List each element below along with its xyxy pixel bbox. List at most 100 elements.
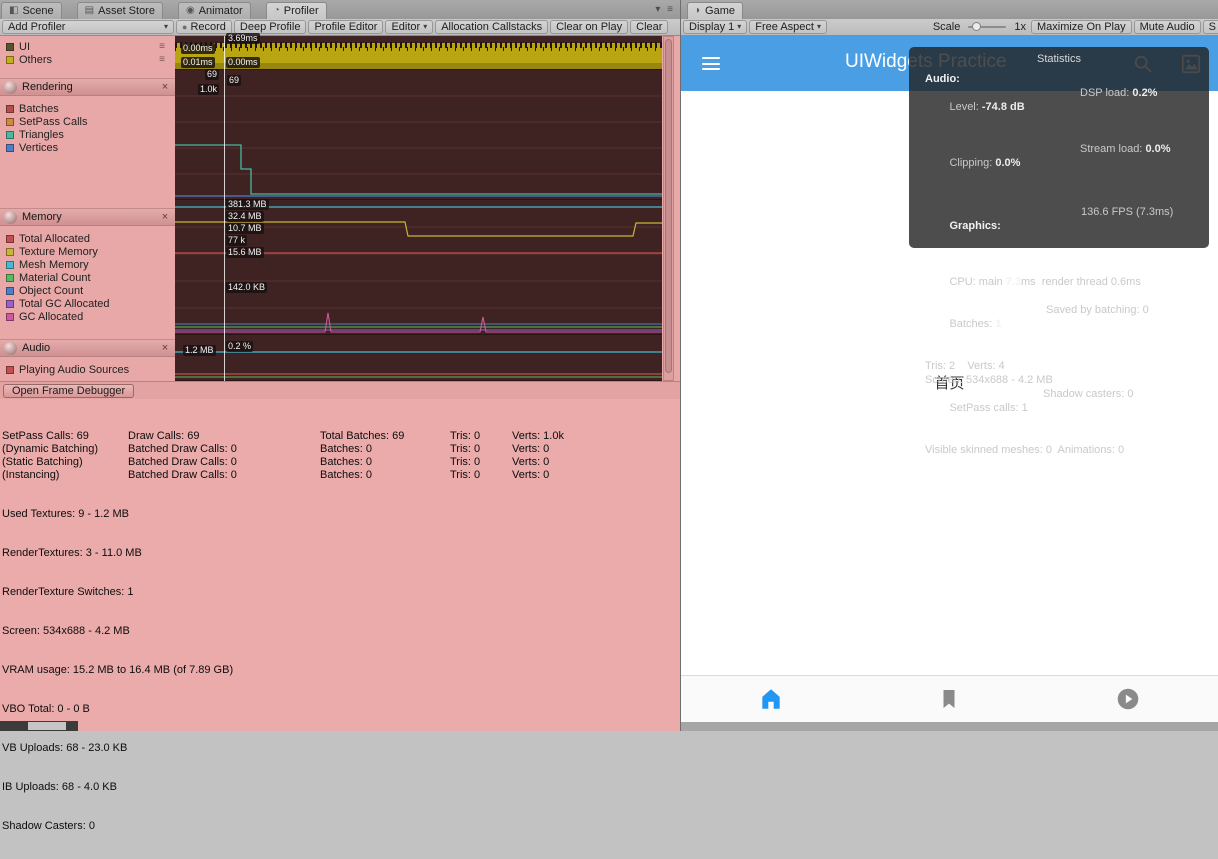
mute-audio-button[interactable]: Mute Audio	[1133, 20, 1201, 34]
tab-game-label: Game	[705, 5, 736, 17]
close-icon[interactable]: ×	[159, 211, 171, 223]
legend-ui[interactable]: UI ≡	[0, 40, 175, 53]
game-tab-icon: ◗	[695, 5, 702, 16]
tab-game[interactable]: ◗ Game	[687, 2, 744, 19]
chart-value-chip: 32.4 MB	[226, 211, 264, 222]
memory-module-header[interactable]: Memory ×	[0, 208, 175, 226]
stat-cell: (Dynamic Batching)	[2, 443, 98, 455]
chart-value-chip: 0.2 %	[226, 341, 254, 352]
chart-value-chip: 381.3 MB	[226, 199, 269, 210]
scale-slider-knob[interactable]	[972, 22, 982, 31]
statistics-cpu-row: CPU: main 7.3ms render thread 0.6ms	[949, 276, 1141, 288]
scrollbar-thumb[interactable]	[665, 39, 672, 373]
legend-triangles[interactable]: Triangles	[0, 128, 175, 141]
profiler-scrollbar[interactable]	[663, 36, 674, 381]
profiler-toolbar: Add Profiler ▾ ● Record Deep Profile Pro…	[0, 19, 680, 36]
display-dropdown[interactable]: Display 1 ▾	[683, 20, 748, 34]
record-button[interactable]: ● Record	[176, 20, 232, 34]
menu-icon[interactable]	[702, 57, 720, 70]
statistics-clipping-row: Clipping: 0.0% Stream load: 0.0%	[949, 143, 1171, 169]
selected-frame-line[interactable]	[224, 36, 225, 381]
legend-mesh-memory[interactable]: Mesh Memory	[0, 258, 175, 271]
rendering-stats-table: SetPass Calls: 69 Draw Calls: 69 Total Bat…	[2, 430, 564, 481]
bottom-navigation	[681, 676, 1218, 722]
rendering-chart[interactable]	[175, 70, 662, 200]
stat-line: Used Textures: 9 - 1.2 MB	[2, 508, 129, 520]
statistics-overlay: Statistics Audio: Level: -74.8 dB DSP lo…	[909, 47, 1209, 456]
drag-handle-icon[interactable]: ≡	[159, 41, 165, 52]
legend-material-count[interactable]: Material Count	[0, 271, 175, 284]
record-icon: ●	[182, 21, 188, 32]
chart-value-chip: 0.00ms	[181, 43, 215, 54]
profiler-chart-region: UI ≡ Others ≡ Rendering × Batches SetPas…	[0, 36, 680, 381]
statistics-level-row: Level: -74.8 dB DSP load: 0.2%	[949, 87, 1158, 113]
tab-scene[interactable]: ◧ Scene	[1, 2, 62, 19]
maximize-on-play-button[interactable]: Maximize On Play	[1030, 20, 1132, 34]
audio-module-icon	[4, 341, 17, 355]
background-window-strip	[0, 721, 78, 731]
window-menu-icon[interactable]: ▾ ≡	[655, 4, 675, 15]
stats-button[interactable]: S	[1202, 20, 1218, 34]
close-icon[interactable]: ×	[159, 81, 171, 93]
tab-asset-store-label: Asset Store	[98, 5, 155, 17]
statistics-batches-row: Batches: 1 Saved by batching: 0	[949, 304, 1149, 330]
frame-debugger-row: Open Frame Debugger	[0, 381, 680, 399]
legend-object-count[interactable]: Object Count	[0, 284, 175, 297]
allocation-callstacks-button[interactable]: Allocation Callstacks	[435, 20, 549, 34]
add-profiler-dropdown[interactable]: Add Profiler ▾	[2, 20, 174, 34]
legend-playing-audio-sources[interactable]: Playing Audio Sources	[0, 363, 175, 376]
tab-profiler[interactable]: ◔ Profiler	[265, 2, 327, 19]
deep-profile-button[interactable]: Deep Profile	[233, 20, 307, 34]
tab-scene-label: Scene	[22, 5, 54, 17]
chart-value-chip: 69	[227, 75, 242, 86]
rendering-module-icon	[4, 80, 17, 94]
stat-cell: (Instancing)	[2, 469, 60, 481]
game-view-letterbox	[681, 722, 1218, 731]
stat-line: VRAM usage: 15.2 MB to 16.4 MB (of 7.89 …	[2, 664, 234, 676]
aspect-dropdown[interactable]: Free Aspect ▾	[749, 20, 827, 34]
drag-handle-icon[interactable]: ≡	[159, 54, 165, 65]
tab-animator-label: Animator	[198, 5, 243, 17]
profile-editor-button[interactable]: Profile Editor	[308, 20, 384, 34]
legend-vertices[interactable]: Vertices	[0, 141, 175, 154]
statistics-setpass-row: SetPass calls: 1 Shadow casters: 0	[949, 388, 1134, 414]
profiler-tab-icon: ◔	[273, 5, 280, 16]
home-nav-icon[interactable]	[758, 686, 784, 712]
clear-button[interactable]: Clear	[630, 20, 669, 34]
scale-slider[interactable]	[968, 22, 1007, 31]
editor-dropdown[interactable]: Editor ▾	[385, 20, 434, 34]
legend-texture-memory[interactable]: Texture Memory	[0, 245, 175, 258]
chevron-down-icon: ▾	[423, 22, 428, 31]
left-tabbar: ◧ Scene ▤ Asset Store Animator ◉ Animato…	[0, 0, 680, 19]
open-frame-debugger-button[interactable]: Open Frame Debugger	[3, 383, 135, 398]
bookmark-nav-icon[interactable]	[937, 687, 961, 711]
scale-value: 1x	[1014, 21, 1026, 33]
rendering-module-header[interactable]: Rendering ×	[0, 78, 175, 96]
statistics-graphics-row: Graphics: 136.6 FPS (7.3ms)	[949, 206, 1174, 232]
stat-cell: SetPass Calls: 69	[2, 430, 89, 442]
chart-value-chip: 1.2 MB	[183, 345, 216, 356]
tab-animator[interactable]: Animator ◉ Animator	[177, 2, 251, 19]
legend-total-gc-allocated[interactable]: Total GC Allocated	[0, 297, 175, 310]
legend-gc-allocated[interactable]: GC Allocated	[0, 310, 175, 323]
chart-value-chip: 0.00ms	[226, 57, 260, 68]
chart-value-chip: 3.69ms	[226, 33, 260, 44]
others-series-swatch	[6, 55, 14, 64]
chart-value-chip: 1.0k	[198, 84, 220, 95]
clear-on-play-button[interactable]: Clear on Play	[550, 20, 629, 34]
stat-line: VBO Total: 0 - 0 B	[2, 703, 90, 715]
chart-value-chip: 15.6 MB	[226, 247, 264, 258]
legend-setpass-calls[interactable]: SetPass Calls	[0, 115, 175, 128]
chevron-down-icon: ▾	[737, 22, 742, 31]
legend-others[interactable]: Others ≡	[0, 53, 175, 66]
legend-batches[interactable]: Batches	[0, 102, 175, 115]
play-nav-icon[interactable]	[1115, 686, 1141, 712]
close-icon[interactable]: ×	[159, 342, 171, 354]
chart-value-chip: 142.0 KB	[226, 282, 268, 293]
statistics-audio-header: Audio:	[925, 73, 960, 85]
statistics-title: Statistics	[1036, 53, 1081, 65]
legend-total-allocated[interactable]: Total Allocated	[0, 232, 175, 245]
statistics-skinned-row: Visible skinned meshes: 0 Animations: 0	[925, 444, 1125, 456]
audio-module-header[interactable]: Audio ×	[0, 339, 175, 357]
tab-asset-store[interactable]: ▤ Asset Store	[76, 2, 163, 19]
